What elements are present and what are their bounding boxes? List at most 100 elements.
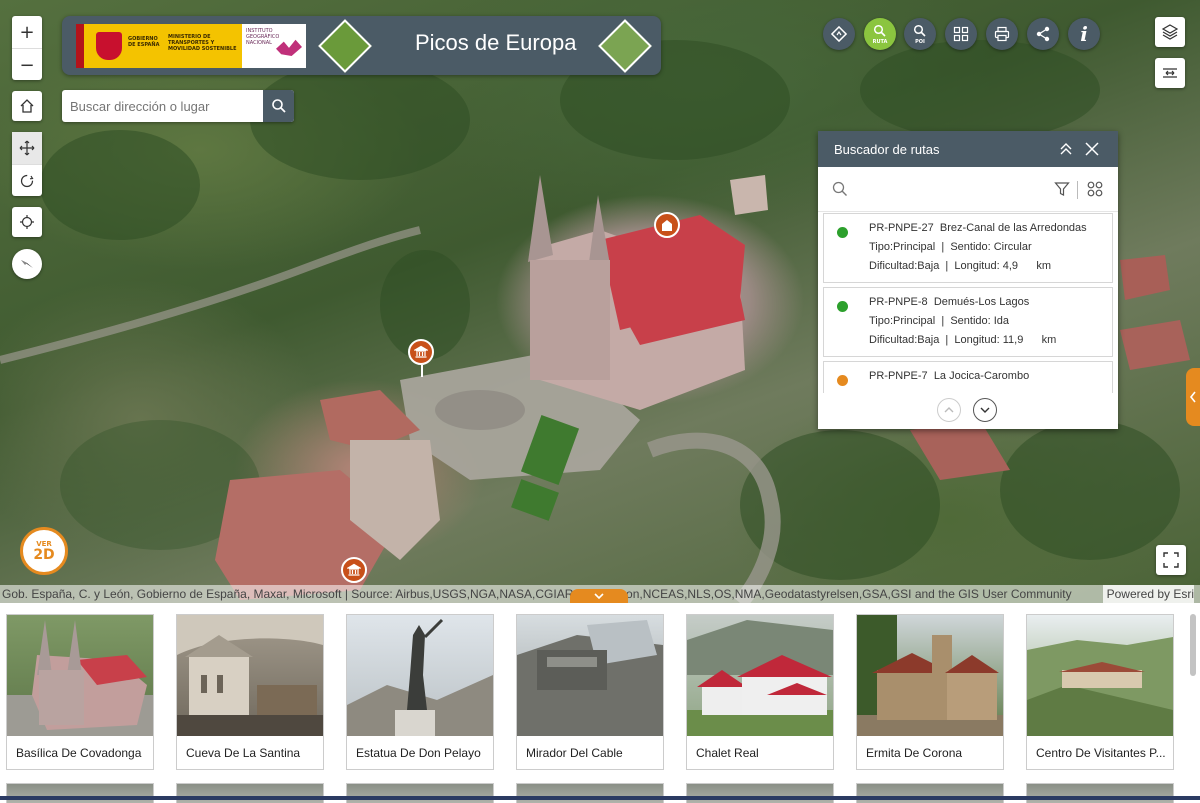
search-button[interactable] (263, 90, 294, 122)
gallery-item-partial[interactable] (856, 783, 1004, 803)
powered-by[interactable]: Powered by Esri (1102, 585, 1194, 603)
gallery-item[interactable]: Mirador Del Cable (516, 614, 664, 770)
museum-icon (347, 563, 361, 576)
poi-marker-monument[interactable] (408, 339, 434, 377)
route-card[interactable]: PR-PNPE-8 Demués-Los Lagos Tipo:Principa… (823, 287, 1113, 357)
previous-page-button[interactable] (937, 398, 961, 422)
filter-icon[interactable] (1054, 181, 1070, 197)
poi-marker-building[interactable] (341, 557, 367, 583)
home-icon (20, 99, 34, 113)
route-card[interactable]: PR-PNPE-7 La Jocica-Carombo (823, 361, 1113, 393)
national-park-logo-icon (318, 19, 372, 73)
bottom-edge-bar (0, 796, 1200, 800)
route-status-dot (837, 301, 848, 312)
measure-button[interactable] (1155, 58, 1185, 88)
gallery-scrollbar[interactable] (1190, 614, 1196, 676)
compass-icon (21, 260, 33, 268)
layers-button[interactable] (1155, 17, 1185, 47)
route-layer-button[interactable] (823, 18, 855, 50)
gallery-item[interactable]: Ermita De Corona (856, 614, 1004, 770)
home-button[interactable] (12, 91, 42, 121)
map-3d-view[interactable]: GOBIERNO DE ESPAÑA MINISTERIO DE TRANSPO… (0, 0, 1200, 603)
search-icon (271, 99, 286, 113)
grid-icon (953, 26, 969, 42)
zoom-controls: + − (12, 16, 42, 80)
chevron-down-icon (980, 407, 990, 413)
attribution-sources: Gob. España, C. y León, Gobierno de Espa… (2, 587, 1072, 601)
route-pager (818, 393, 1118, 429)
zoom-out-button[interactable]: − (12, 49, 42, 81)
print-button[interactable] (986, 18, 1018, 50)
gallery-item[interactable]: Cueva De La Santina (176, 614, 324, 770)
gallery-thumbnail (177, 615, 323, 736)
view-2d-toggle[interactable]: VER 2D (20, 527, 68, 575)
gallery-item-partial[interactable] (1026, 783, 1174, 803)
gallery-caption: Cueva De La Santina (186, 746, 301, 760)
gallery-caption: Basílica De Covadonga (16, 746, 142, 760)
gallery-thumbnail (1027, 615, 1173, 736)
poi-marker-basilica[interactable] (654, 212, 680, 238)
next-page-button[interactable] (973, 398, 997, 422)
gallery-caption: Estatua De Don Pelayo (356, 746, 481, 760)
pan-mode-button[interactable] (12, 132, 42, 165)
coat-of-arms-icon (96, 32, 122, 60)
grid-view-icon[interactable] (1087, 181, 1103, 197)
rotate-mode-button[interactable] (12, 165, 42, 197)
fullscreen-button[interactable] (1156, 545, 1186, 575)
compass-button[interactable] (12, 249, 42, 279)
panel-title: Buscador de rutas (834, 142, 940, 157)
gallery-thumbnail (7, 615, 153, 736)
chevron-left-icon (1189, 391, 1196, 403)
gallery-item[interactable]: Basílica De Covadonga (6, 614, 154, 770)
panel-toolbar (818, 167, 1118, 212)
close-icon[interactable] (1085, 142, 1099, 156)
route-status-dot (837, 375, 848, 386)
zoom-in-button[interactable]: + (12, 16, 42, 49)
app-header: GOBIERNO DE ESPAÑA MINISTERIO DE TRANSPO… (62, 16, 661, 75)
panel-header: Buscador de rutas (818, 131, 1118, 167)
gallery-item[interactable]: Estatua De Don Pelayo (346, 614, 494, 770)
government-logo: GOBIERNO DE ESPAÑA MINISTERIO DE TRANSPO… (76, 24, 306, 68)
gallery-item-partial[interactable] (176, 783, 324, 803)
route-status-dot (837, 227, 848, 238)
search-icon[interactable] (832, 181, 848, 197)
navigation-mode-group (12, 132, 42, 196)
share-button[interactable] (1027, 18, 1059, 50)
search-icon (873, 24, 886, 37)
search-input[interactable] (62, 90, 268, 122)
crosshair-icon (20, 215, 34, 229)
gallery-button[interactable] (945, 18, 977, 50)
info-button[interactable]: i (1068, 18, 1100, 50)
gallery-thumbnail (347, 615, 493, 736)
ign-text: INSTITUTO GEOGRÁFICO NACIONAL (246, 28, 280, 46)
ruler-icon (1163, 68, 1177, 78)
view-toggle-main: 2D (33, 547, 55, 563)
route-card[interactable]: PR-PNPE-27 Brez-Canal de las Arredondas … (823, 213, 1113, 283)
route-diamond-icon (830, 25, 848, 43)
gallery-item-partial[interactable] (516, 783, 664, 803)
expand-icon (1163, 552, 1179, 568)
collapse-up-icon[interactable] (1059, 142, 1073, 156)
gallery-caption: Ermita De Corona (866, 746, 963, 760)
poi-label: POI (915, 39, 925, 45)
gallery-thumbnail (687, 615, 833, 736)
route-type: Tipo:Principal | Sentido: Ida (869, 315, 1010, 327)
museum-icon (414, 345, 428, 358)
ign-logo-icon (276, 39, 302, 56)
poi-search-button[interactable]: POI (904, 18, 936, 50)
route-search-button[interactable]: RUTA (864, 18, 896, 50)
printer-icon (994, 26, 1010, 42)
gallery-item-partial[interactable] (6, 783, 154, 803)
gov-line1: GOBIERNO DE ESPAÑA (128, 36, 160, 48)
gallery-item-partial[interactable] (686, 783, 834, 803)
locate-button[interactable] (12, 207, 42, 237)
gallery-collapse-button[interactable] (570, 589, 628, 603)
side-panel-toggle[interactable] (1186, 368, 1200, 426)
gallery-item[interactable]: Chalet Real (686, 614, 834, 770)
rotate-icon (20, 174, 34, 188)
gallery-item[interactable]: Centro De Visitantes P... (1026, 614, 1174, 770)
route-details: Dificultad:Baja | Longitud: 4,9 km (869, 260, 1052, 272)
gallery-item-partial[interactable] (346, 783, 494, 803)
route-list: PR-PNPE-27 Brez-Canal de las Arredondas … (818, 211, 1118, 393)
chevron-down-icon (594, 593, 604, 600)
